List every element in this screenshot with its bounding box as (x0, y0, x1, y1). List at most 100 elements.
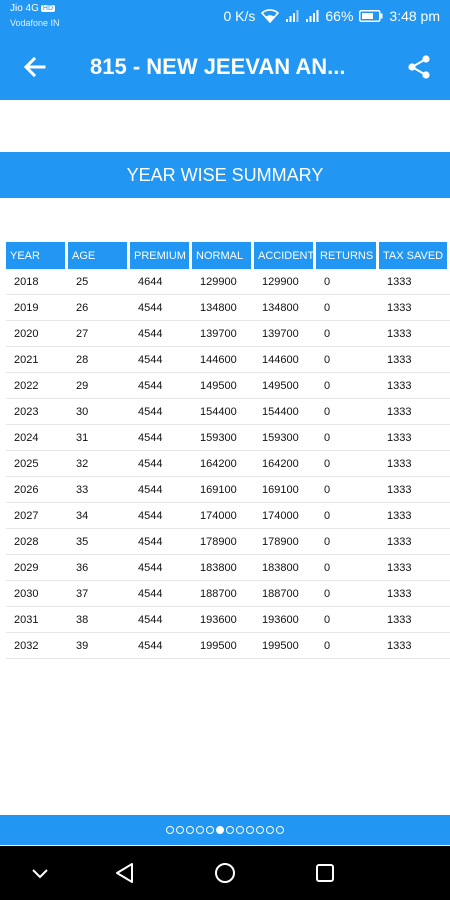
table-row: 2023 30 4544 154400 154400 0 1333 (6, 399, 450, 425)
arrow-back-icon (22, 56, 48, 84)
table-cell-accident: 193600 (254, 607, 316, 633)
table-cell-normal: 169100 (192, 477, 254, 503)
table-cell-age: 38 (68, 607, 130, 633)
table-cell-normal: 178900 (192, 529, 254, 555)
table-cell-normal: 188700 (192, 581, 254, 607)
table-cell-accident: 199500 (254, 633, 316, 659)
table-cell-returns: 0 (316, 607, 379, 633)
table-cell-year: 2026 (6, 477, 68, 503)
page-dot[interactable] (276, 826, 284, 834)
table-cell-accident: 164200 (254, 451, 316, 477)
table-cell-tax-saved: 1333 (379, 607, 450, 633)
page-dot[interactable] (186, 826, 194, 834)
back-button[interactable] (22, 54, 48, 80)
table-cell-tax-saved: 1333 (379, 451, 450, 477)
page-dot[interactable] (176, 826, 184, 834)
summary-table-container[interactable]: YEAR AGE PREMIUM NORMAL ACCIDENT RETURNS TAX S… (6, 242, 450, 662)
table-cell-tax-saved: 1333 (379, 321, 450, 347)
table-cell-normal: 159300 (192, 425, 254, 451)
table-cell-accident: 129900 (254, 269, 316, 295)
table-cell-returns: 0 (316, 425, 379, 451)
table-cell-year: 2030 (6, 581, 68, 607)
carrier-primary: Jio 4G HD (10, 3, 56, 14)
table-cell-premium: 4544 (130, 399, 192, 425)
table-cell-year: 2029 (6, 555, 68, 581)
table-cell-tax-saved: 1333 (379, 633, 450, 659)
table-cell-age: 26 (68, 295, 130, 321)
table-cell-returns: 0 (316, 633, 379, 659)
table-cell-year: 2023 (6, 399, 68, 425)
table-cell-year: 2024 (6, 425, 68, 451)
page-dot[interactable] (256, 826, 264, 834)
table-cell-age: 33 (68, 477, 130, 503)
table-cell-age: 39 (68, 633, 130, 659)
table-cell-premium: 4544 (130, 425, 192, 451)
table-cell-accident: 149500 (254, 373, 316, 399)
navigation-bar (0, 846, 450, 900)
table-cell-premium: 4544 (130, 555, 192, 581)
table-cell-age: 36 (68, 555, 130, 581)
table-cell-premium: 4544 (130, 373, 192, 399)
table-cell-premium: 4544 (130, 295, 192, 321)
table-cell-year: 2027 (6, 503, 68, 529)
table-cell-age: 30 (68, 399, 130, 425)
page-dot[interactable] (226, 826, 234, 834)
circle-home-icon (213, 863, 237, 889)
network-speed: 0 K/s (223, 8, 256, 24)
table-row: 2022 29 4544 149500 149500 0 1333 (6, 373, 450, 399)
table-cell-premium: 4544 (130, 321, 192, 347)
table-cell-age: 25 (68, 269, 130, 295)
table-cell-normal: 144600 (192, 347, 254, 373)
table-cell-returns: 0 (316, 451, 379, 477)
table-cell-accident: 178900 (254, 529, 316, 555)
page-dot[interactable] (246, 826, 254, 834)
table-cell-tax-saved: 1333 (379, 477, 450, 503)
table-cell-tax-saved: 1333 (379, 295, 450, 321)
table-cell-year: 2032 (6, 633, 68, 659)
table-header: YEAR AGE PREMIUM NORMAL ACCIDENT RETURNS TAX S… (6, 242, 450, 269)
summary-heading: YEAR WISE SUMMARY (126, 164, 324, 185)
page-dot[interactable] (206, 826, 214, 834)
nav-recents-button[interactable] (313, 861, 337, 885)
page-dot[interactable] (166, 826, 174, 834)
table-cell-normal: 139700 (192, 321, 254, 347)
table-cell-year: 2019 (6, 295, 68, 321)
nav-home-button[interactable] (213, 861, 237, 885)
table-header-row: YEAR AGE PREMIUM NORMAL ACCIDENT RETURNS TAX S… (6, 242, 450, 269)
battery-icon (359, 10, 383, 22)
page-dot[interactable] (236, 826, 244, 834)
table-cell-premium: 4544 (130, 477, 192, 503)
page-dot[interactable] (196, 826, 204, 834)
page-dot-active[interactable] (216, 826, 224, 834)
hd-badge: HD (40, 5, 56, 12)
table-cell-premium: 4544 (130, 347, 192, 373)
table-cell-returns: 0 (316, 373, 379, 399)
table-cell-tax-saved: 1333 (379, 269, 450, 295)
table-body: 2018 25 4644 129900 129900 0 1333 2019 26 4544 134… (6, 269, 450, 659)
clock: 3:48 pm (389, 8, 440, 24)
table-cell-normal: 134800 (192, 295, 254, 321)
nav-back-button[interactable] (113, 861, 137, 885)
table-cell-returns: 0 (316, 477, 379, 503)
table-cell-premium: 4544 (130, 451, 192, 477)
table-cell-age: 32 (68, 451, 130, 477)
signal-icon-secondary (305, 9, 319, 23)
year-wise-summary-header: YEAR WISE SUMMARY (0, 152, 450, 198)
column-header-normal: NORMAL (192, 242, 254, 269)
share-button[interactable] (406, 54, 432, 80)
table-cell-accident: 169100 (254, 477, 316, 503)
table-row: 2024 31 4544 159300 159300 0 1333 (6, 425, 450, 451)
table-cell-year: 2022 (6, 373, 68, 399)
status-bar: Jio 4G HD Vodafone IN 0 K/s 66% 3:48 pm (0, 0, 450, 34)
table-cell-returns: 0 (316, 503, 379, 529)
table-cell-returns: 0 (316, 555, 379, 581)
table-row: 2020 27 4544 139700 139700 0 1333 (6, 321, 450, 347)
nav-hide-button[interactable] (28, 861, 52, 885)
table-cell-tax-saved: 1333 (379, 373, 450, 399)
table-cell-returns: 0 (316, 321, 379, 347)
wifi-icon (261, 9, 280, 23)
table-row: 2030 37 4544 188700 188700 0 1333 (6, 581, 450, 607)
table-cell-accident: 188700 (254, 581, 316, 607)
page-dot[interactable] (266, 826, 274, 834)
table-cell-year: 2020 (6, 321, 68, 347)
